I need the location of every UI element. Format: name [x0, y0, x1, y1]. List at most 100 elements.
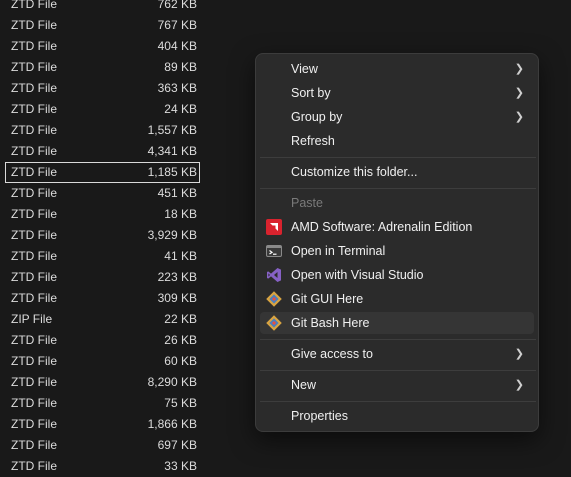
file-type: ZTD File [11, 249, 57, 263]
visual-studio-icon [266, 267, 282, 283]
menu-separator [260, 157, 536, 158]
menu-item-view[interactable]: View ❯ [260, 58, 534, 80]
file-row[interactable]: ZTD File 363 KB [0, 78, 205, 99]
file-row[interactable]: ZTD File 18 KB [0, 204, 205, 225]
file-row[interactable]: ZTD File 75 KB [0, 393, 205, 414]
file-size: 4,341 KB [147, 144, 197, 158]
file-row[interactable]: ZTD File 4,341 KB [0, 141, 205, 162]
menu-item-open-visual-studio[interactable]: Open with Visual Studio [260, 264, 534, 286]
chevron-right-icon: ❯ [514, 63, 524, 75]
file-row[interactable]: ZTD File 762 KB [0, 0, 205, 15]
file-row[interactable]: ZTD File 697 KB [0, 435, 205, 456]
file-size: 8,290 KB [147, 375, 197, 389]
file-type: ZTD File [11, 417, 57, 431]
file-size: 762 KB [157, 0, 197, 11]
menu-item-amd-software[interactable]: AMD Software: Adrenalin Edition [260, 216, 534, 238]
file-row[interactable]: ZTD File 3,929 KB [0, 225, 205, 246]
menu-item-paste: Paste [260, 192, 534, 214]
file-type: ZTD File [11, 144, 57, 158]
file-size: 767 KB [157, 18, 197, 32]
menu-item-group-by[interactable]: Group by ❯ [260, 106, 534, 128]
menu-item-new[interactable]: New ❯ [260, 374, 534, 396]
file-row[interactable]: ZTD File 451 KB [0, 183, 205, 204]
file-row[interactable]: ZTD File 1,866 KB [0, 414, 205, 435]
file-row[interactable]: ZTD File 60 KB [0, 351, 205, 372]
file-type: ZTD File [11, 333, 57, 347]
file-size: 75 KB [164, 396, 197, 410]
file-row[interactable]: ZTD File 309 KB [0, 288, 205, 309]
file-size: 1,866 KB [147, 417, 197, 431]
file-row[interactable]: ZTD File 404 KB [0, 36, 205, 57]
file-type: ZTD File [11, 39, 57, 53]
file-size: 3,929 KB [147, 228, 197, 242]
context-menu: View ❯ Sort by ❯ Group by ❯ Refresh Cust… [255, 53, 539, 432]
file-type: ZTD File [11, 123, 57, 137]
file-type: ZTD File [11, 270, 57, 284]
menu-item-refresh[interactable]: Refresh [260, 130, 534, 152]
chevron-right-icon: ❯ [514, 379, 524, 391]
chevron-right-icon: ❯ [514, 111, 524, 123]
menu-item-give-access[interactable]: Give access to ❯ [260, 343, 534, 365]
file-type: ZTD File [11, 102, 57, 116]
menu-separator [260, 188, 536, 189]
menu-item-label: Refresh [291, 134, 335, 148]
file-type: ZTD File [11, 60, 57, 74]
menu-item-sort-by[interactable]: Sort by ❯ [260, 82, 534, 104]
file-row[interactable]: ZTD File 26 KB [0, 330, 205, 351]
file-row[interactable]: ZIP File 22 KB [0, 309, 205, 330]
file-type: ZTD File [11, 18, 57, 32]
file-type: ZTD File [11, 375, 57, 389]
file-row[interactable]: ZTD File 33 KB [0, 456, 205, 477]
menu-separator [260, 401, 536, 402]
file-type: ZTD File [11, 396, 57, 410]
file-size: 22 KB [164, 312, 197, 326]
menu-item-label: Open in Terminal [291, 244, 386, 258]
file-type: ZTD File [11, 438, 57, 452]
chevron-right-icon: ❯ [514, 348, 524, 360]
file-size: 363 KB [157, 81, 197, 95]
file-size: 60 KB [164, 354, 197, 368]
file-size: 404 KB [157, 39, 197, 53]
chevron-right-icon: ❯ [514, 87, 524, 99]
file-type: ZTD File [11, 459, 57, 473]
menu-item-label: AMD Software: Adrenalin Edition [291, 220, 473, 234]
file-row[interactable]: ZTD File 1,557 KB [0, 120, 205, 141]
file-type: ZTD File [11, 0, 57, 11]
menu-item-open-terminal[interactable]: Open in Terminal [260, 240, 534, 262]
file-type: ZTD File [11, 354, 57, 368]
file-size: 26 KB [164, 333, 197, 347]
menu-item-label: Paste [291, 196, 323, 210]
file-row[interactable]: ZTD File 8,290 KB [0, 372, 205, 393]
file-row[interactable]: ZTD File 767 KB [0, 15, 205, 36]
file-size: 1,185 KB [147, 165, 197, 179]
menu-item-customize-folder[interactable]: Customize this folder... [260, 161, 534, 183]
terminal-icon [266, 243, 282, 259]
menu-item-git-gui[interactable]: Git GUI Here [260, 288, 534, 310]
file-type: ZIP File [11, 312, 53, 326]
menu-item-label: Customize this folder... [291, 165, 418, 179]
menu-separator [260, 339, 536, 340]
file-type: ZTD File [11, 207, 57, 221]
menu-item-git-bash[interactable]: Git Bash Here [260, 312, 534, 334]
file-row[interactable]: ZTD File 89 KB [0, 57, 205, 78]
file-row[interactable]: ZTD File 1,185 KB [5, 162, 200, 183]
file-size: 697 KB [157, 438, 197, 452]
menu-item-label: Sort by [291, 86, 331, 100]
git-icon [266, 291, 282, 307]
menu-item-properties[interactable]: Properties [260, 405, 534, 427]
menu-item-label: View [291, 62, 318, 76]
file-row[interactable]: ZTD File 223 KB [0, 267, 205, 288]
file-size: 451 KB [157, 186, 197, 200]
menu-item-label: Git Bash Here [291, 316, 370, 330]
file-size: 41 KB [164, 249, 197, 263]
file-size: 223 KB [157, 270, 197, 284]
menu-separator [260, 370, 536, 371]
file-size: 18 KB [164, 207, 197, 221]
git-icon [266, 315, 282, 331]
file-row[interactable]: ZTD File 41 KB [0, 246, 205, 267]
file-row[interactable]: ZTD File 24 KB [0, 99, 205, 120]
file-type: ZTD File [11, 81, 57, 95]
menu-item-label: New [291, 378, 317, 392]
file-type: ZTD File [11, 228, 57, 242]
file-type: ZTD File [11, 291, 57, 305]
